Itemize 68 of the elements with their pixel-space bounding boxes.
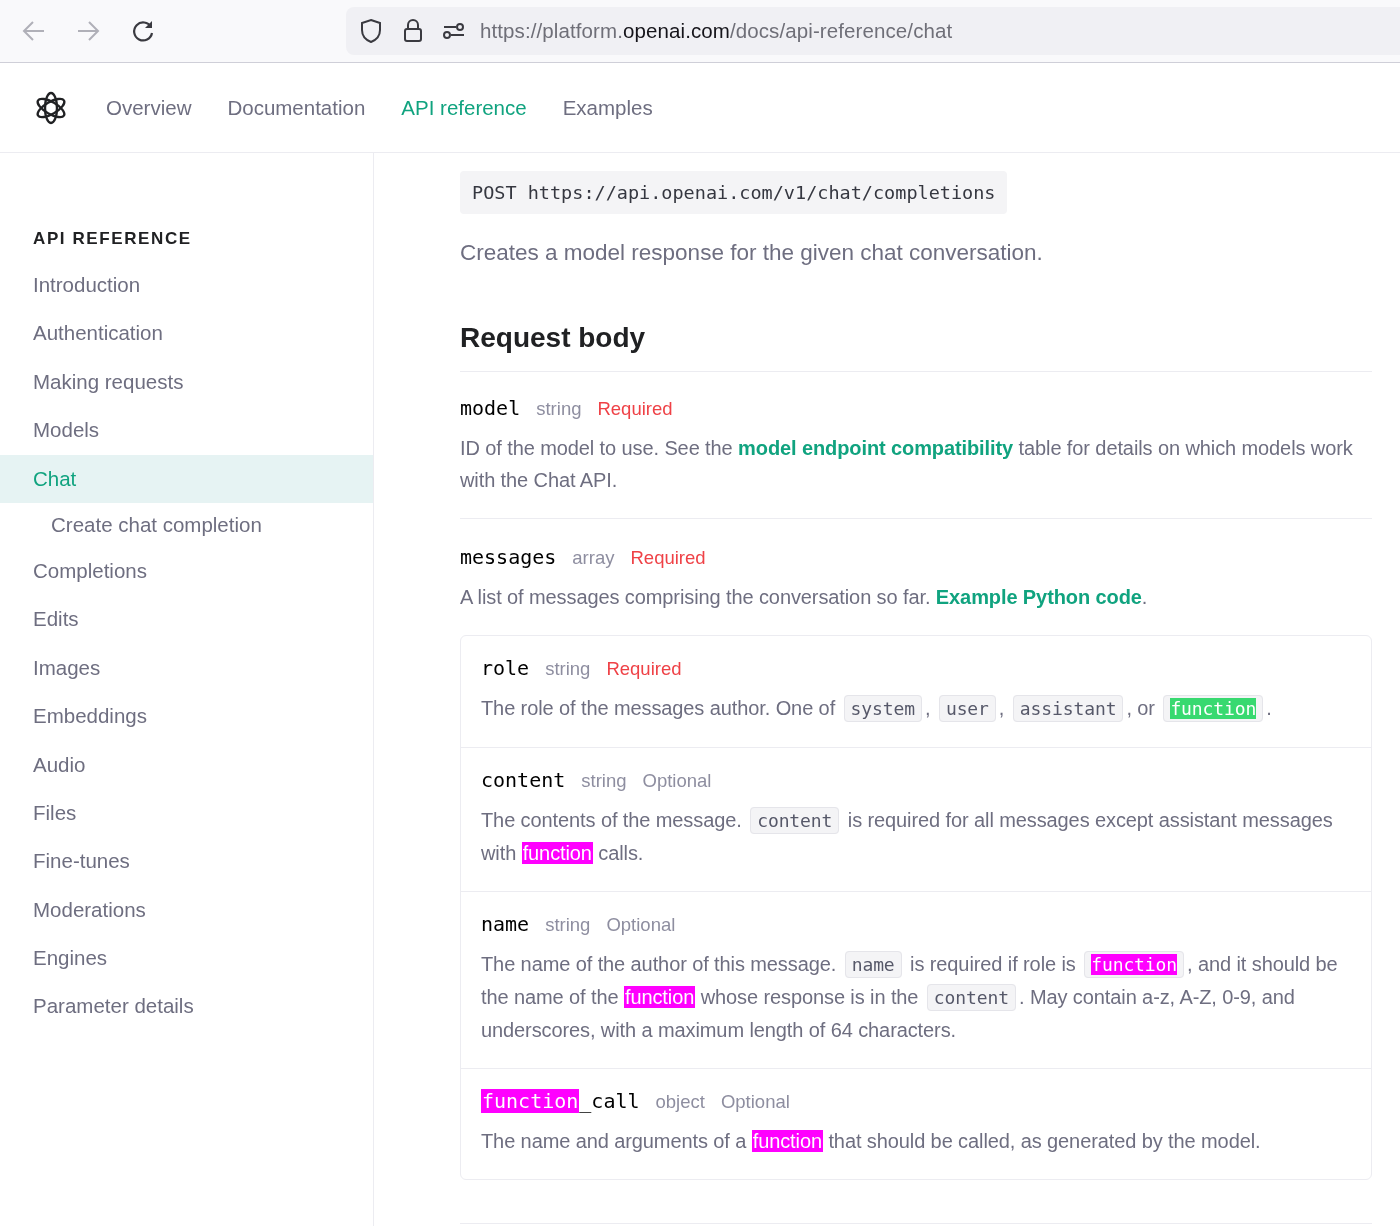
inline-code: assistant [1012, 695, 1124, 722]
parameter-name: name [481, 912, 530, 936]
requirement-label: Required [606, 658, 682, 680]
address-bar[interactable]: https://platform.openai.com/docs/api-reference/chat [346, 7, 1400, 55]
parameter-type: string [545, 658, 591, 680]
sidebar-item[interactable]: Models [0, 406, 373, 455]
sidebar-item[interactable]: Making requests [0, 357, 373, 407]
section-heading: API REFERENCE [33, 229, 193, 249]
doc-link[interactable]: Example Python code [935, 586, 1142, 608]
sidebar-item[interactable]: Moderations [0, 885, 373, 935]
search-highlight: function [751, 1130, 823, 1152]
sidebar-item[interactable]: Completions [0, 546, 373, 596]
requirement-label: Optional [606, 914, 676, 936]
sidebar-item[interactable]: Images [0, 643, 373, 693]
shield-icon[interactable] [358, 17, 384, 45]
parameter-type: string [581, 770, 627, 792]
sidebar-item[interactable]: Files [0, 788, 373, 838]
requirement-label: Required [597, 398, 673, 420]
parameter-description: The name and arguments of a function that should be called, as generated by the model. [481, 1129, 1262, 1154]
requirement-label: Optional [720, 1091, 790, 1113]
requirement-label: Optional [642, 770, 712, 792]
endpoint-code: POST https://api.openai.com/v1/chat/completions [460, 171, 1008, 214]
nav-link[interactable]: Overview [106, 95, 192, 120]
sidebar-item[interactable]: Fine-tunes [0, 837, 373, 886]
parameter-description: A list of messages comprising the conversation so far. Example Python code. [460, 585, 1149, 610]
sidebar-item[interactable]: Chat [0, 454, 373, 503]
sidebar-item[interactable]: Audio [0, 740, 373, 789]
nav-link[interactable]: Examples [562, 95, 653, 120]
inline-code: function [1163, 695, 1264, 722]
parameter-name: content [481, 768, 566, 792]
parameter-name: role [481, 656, 530, 680]
sidebar-item[interactable]: Edits [0, 595, 373, 644]
sidebar-item[interactable]: Embeddings [0, 692, 373, 741]
parameter-description: The contents of the message. content is required for all messages except assistant messages with function calls. [481, 806, 1334, 866]
nav-link[interactable]: Documentation [227, 95, 366, 120]
sidebar-item[interactable]: Authentication [0, 309, 373, 358]
nav-link[interactable]: API reference [401, 95, 527, 120]
sidebar-item[interactable]: Introduction [0, 261, 373, 310]
parameter-type: object [655, 1091, 705, 1113]
doc-link[interactable]: model endpoint compatibility [738, 437, 1014, 459]
reload-icon[interactable] [130, 18, 156, 44]
sidebar-item[interactable]: Parameter details [0, 982, 373, 1031]
parameter-description: The name of the author of this message. name is required if role is function , and it should be the name of the function whose response is in the content . May contain a-z, A-Z, 0-9, and underscores, with a maximum length of 64 characters. [481, 950, 1339, 1043]
parameter-type: array [572, 547, 615, 569]
parameter-type: string [545, 914, 591, 936]
search-highlight: function [481, 1089, 580, 1113]
inline-code: function [1084, 951, 1185, 978]
inline-code: content [750, 807, 840, 834]
endpoint-summary: Creates a model response for the given chat conversation. [460, 240, 1044, 266]
inline-code: content [926, 984, 1016, 1011]
sidebar-item[interactable]: Engines [0, 934, 373, 983]
parameter-name: model [460, 396, 521, 420]
parameter-name: function_call [481, 1089, 640, 1113]
search-highlight: function [623, 986, 696, 1008]
parameter-type: string [536, 398, 582, 420]
parameter-description: ID of the model to use. See the model endpoint compatibility table for details on which models work with the Chat API. [460, 436, 1354, 493]
url-text[interactable]: https://platform.openai.com/docs/api-reference/chat [480, 19, 953, 43]
inline-code: name [844, 951, 902, 978]
inline-code: user [938, 695, 996, 722]
inline-code: system [843, 695, 922, 722]
parameter-description: The role of the messages author. One of system , user , assistant , or function . [481, 692, 1351, 725]
section-title: Request body [460, 322, 1372, 372]
padlock-icon[interactable] [402, 18, 424, 44]
parameter-name: messages [460, 545, 557, 569]
sidebar-item[interactable]: Create chat completion [0, 502, 373, 547]
search-highlight: function [521, 842, 593, 864]
requirement-label: Required [630, 547, 706, 569]
sliders-icon[interactable] [442, 21, 466, 41]
